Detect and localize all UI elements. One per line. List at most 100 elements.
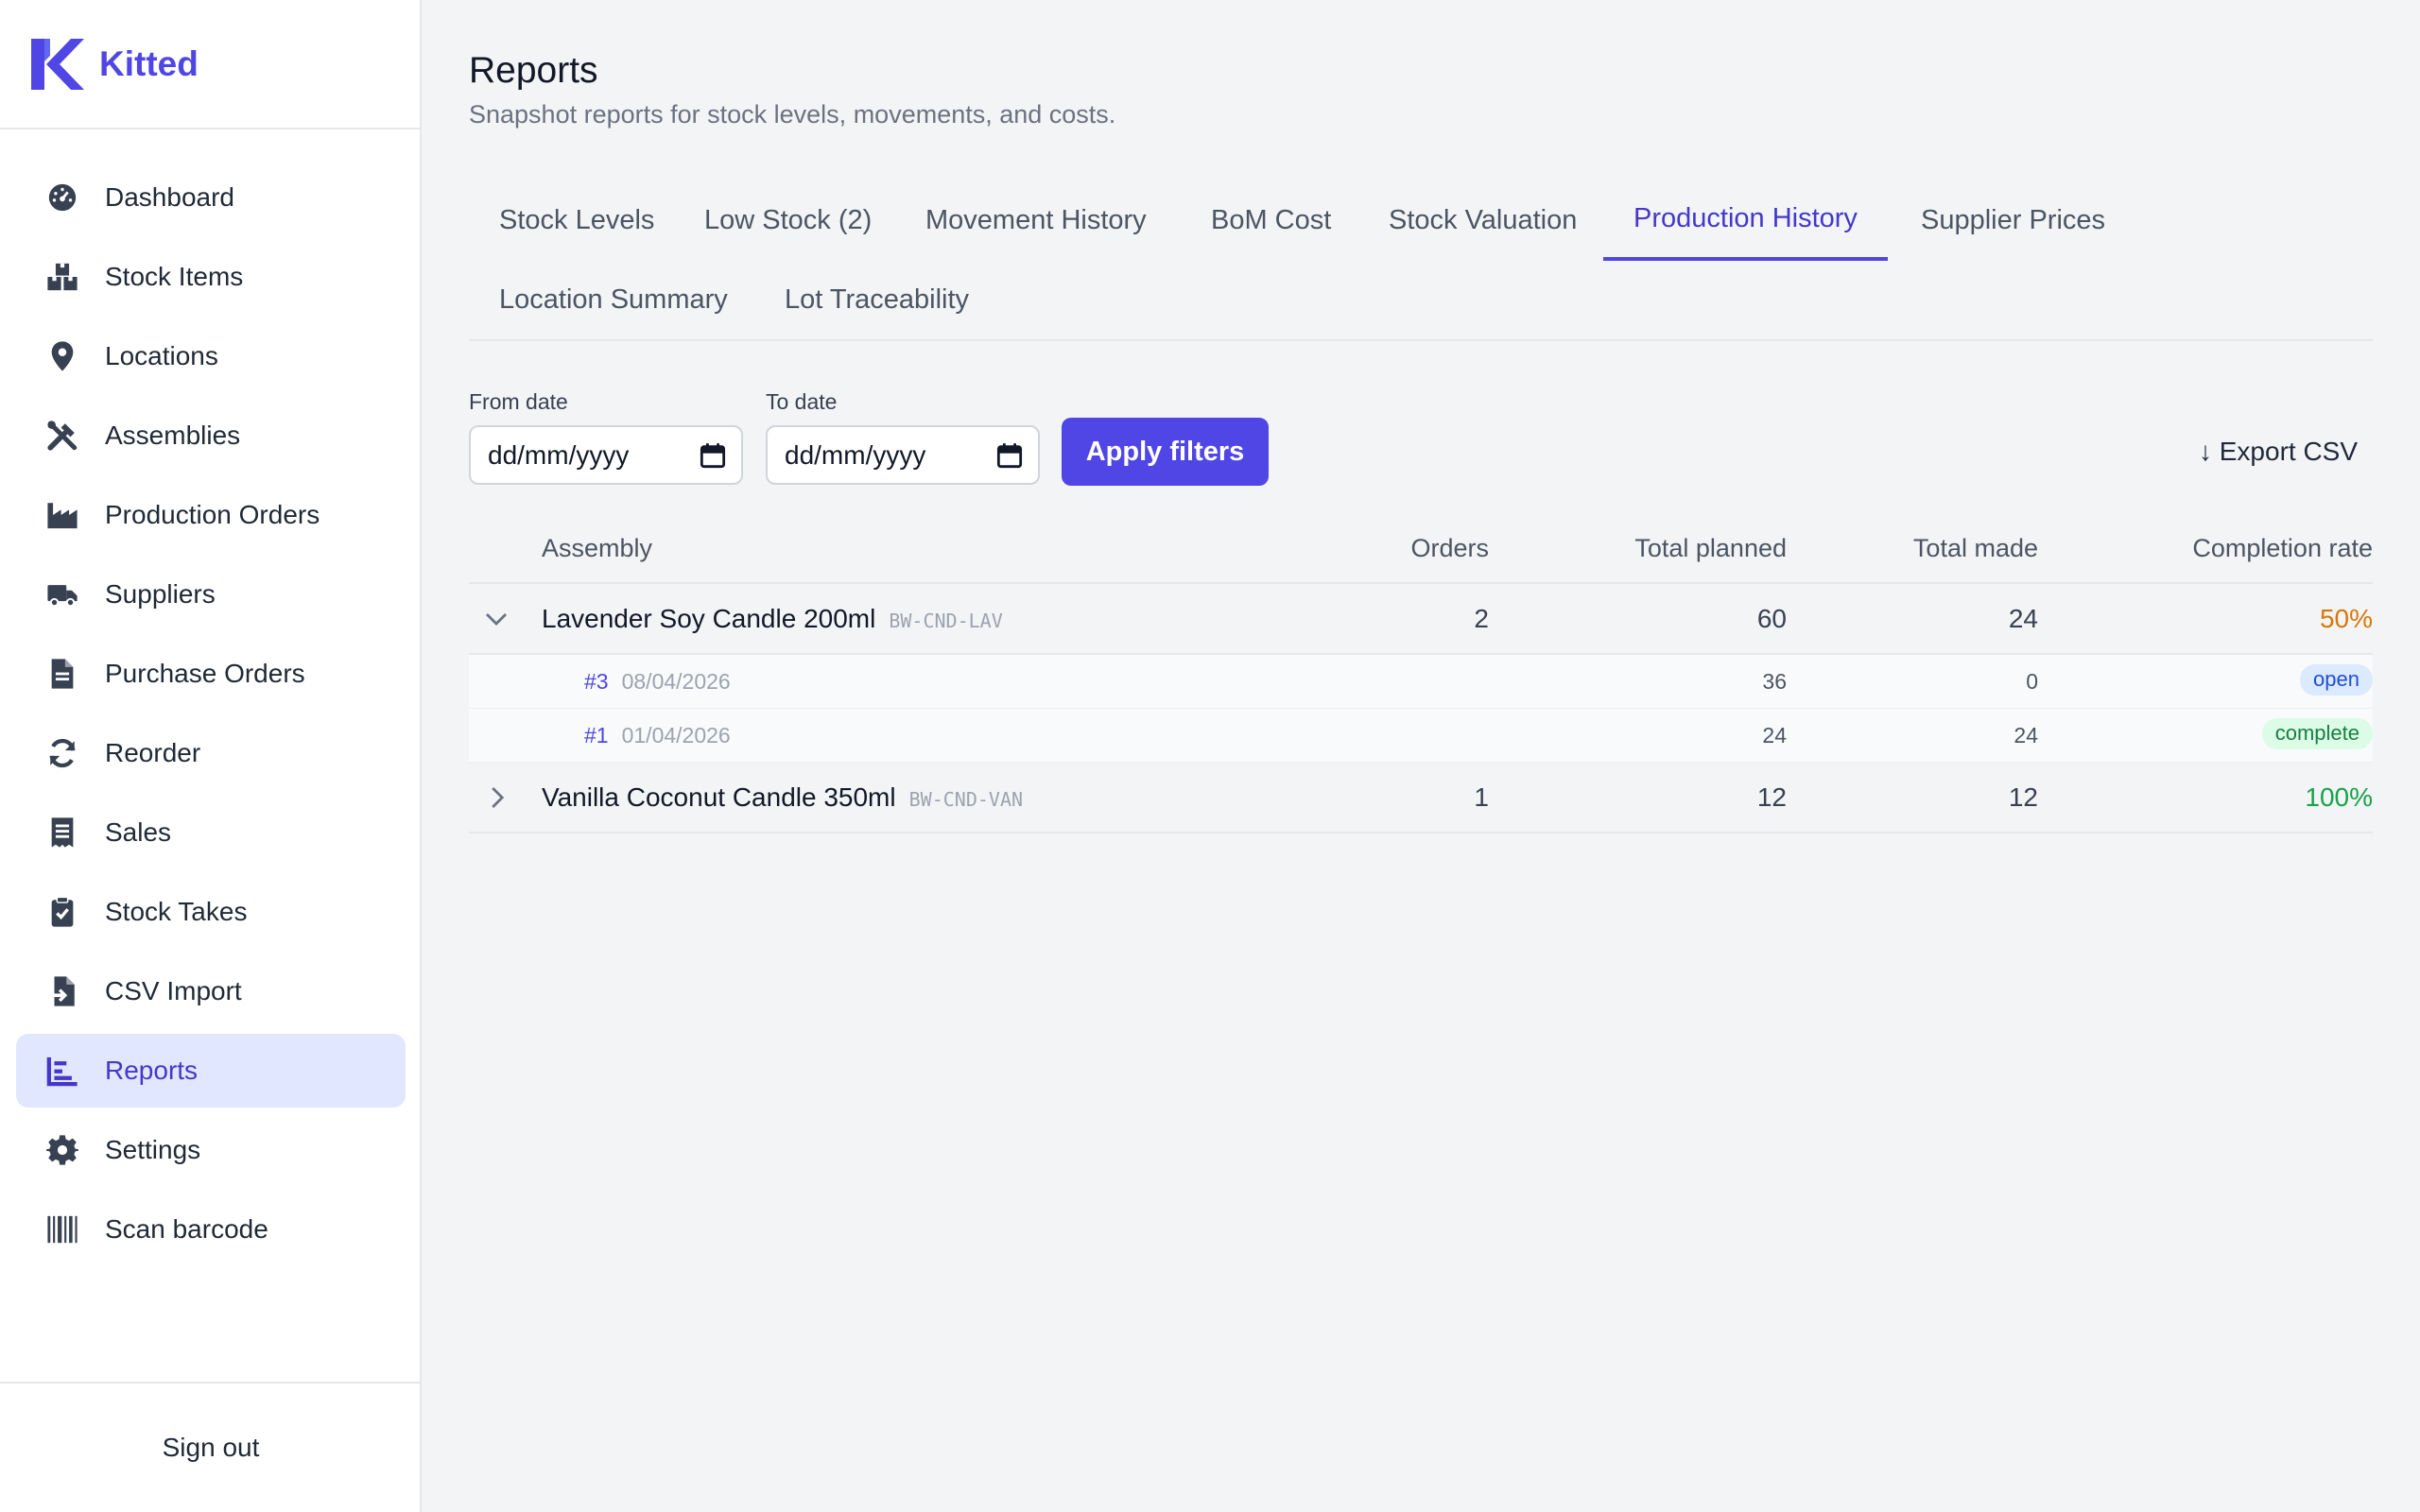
brand-name: Kitted xyxy=(99,43,199,83)
column-header-total-made: Total made xyxy=(1912,534,2038,562)
assembly-sku: BW-CND-VAN xyxy=(908,788,1024,811)
export-csv-button[interactable]: ↓ Export CSV xyxy=(2184,418,2373,486)
assembly-cell: Lavender Soy Candle 200ml BW-CND-LAV xyxy=(542,604,1003,634)
file-import-icon xyxy=(46,975,78,1007)
to-date-label: To date xyxy=(766,389,838,414)
from-date-input[interactable]: dd/mm/yyyy xyxy=(469,425,743,485)
tab-bom-cost[interactable]: BoM Cost xyxy=(1211,180,1331,261)
orders-cell: 2 xyxy=(1474,604,1489,633)
document-icon xyxy=(46,658,78,690)
assembly-cell: Vanilla Coconut Candle 350ml BW-CND-VAN xyxy=(542,782,1023,813)
table-header: Assembly Orders Total planned Total made… xyxy=(469,517,2373,584)
sidebar-item-stock-takes[interactable]: Stock Takes xyxy=(16,875,406,949)
chevron-right-icon[interactable] xyxy=(482,783,510,812)
sidebar-item-label: Stock Takes xyxy=(105,897,248,926)
refresh-icon xyxy=(46,737,78,769)
sidebar-item-locations[interactable]: Locations xyxy=(16,319,406,393)
calendar-icon[interactable] xyxy=(996,442,1023,469)
sidebar-item-label: Locations xyxy=(105,341,218,370)
sidebar-item-stock-items[interactable]: Stock Items xyxy=(16,240,406,314)
tab-supplier-prices[interactable]: Supplier Prices xyxy=(1921,180,2105,261)
page-title: Reports xyxy=(469,50,598,91)
production-order-link[interactable]: #1 xyxy=(584,723,609,747)
tab-stock-levels[interactable]: Stock Levels xyxy=(469,180,684,261)
boxes-icon xyxy=(46,261,78,293)
column-header-orders: Orders xyxy=(1410,534,1489,562)
production-order-cell: #3 08/04/2026 xyxy=(584,669,731,695)
status-badge: open xyxy=(2300,664,2373,696)
tab-stock-valuation[interactable]: Stock Valuation xyxy=(1389,180,1577,261)
sidebar-item-reorder[interactable]: Reorder xyxy=(16,716,406,790)
truck-icon xyxy=(46,578,78,610)
table-row[interactable]: Lavender Soy Candle 200ml BW-CND-LAV 2 60… xyxy=(469,584,2373,655)
production-order-date: 08/04/2026 xyxy=(621,669,731,694)
sidebar-item-settings[interactable]: Settings xyxy=(16,1113,406,1187)
to-date-input[interactable]: dd/mm/yyyy xyxy=(766,425,1040,485)
status-cell: complete xyxy=(2261,718,2373,749)
status-badge: complete xyxy=(2261,718,2373,749)
dashboard-gauge-icon xyxy=(46,181,78,214)
factory-icon xyxy=(46,499,78,531)
kitted-logo-icon xyxy=(31,38,84,90)
sidebar-item-label: Reports xyxy=(105,1056,199,1085)
table-row[interactable]: Vanilla Coconut Candle 350ml BW-CND-VAN 1… xyxy=(469,763,2373,833)
orders-cell: 1 xyxy=(1474,782,1489,812)
table-sub-row: #3 08/04/2026 36 0 open xyxy=(469,655,2373,709)
total-made-cell: 24 xyxy=(2008,604,2038,633)
from-date-placeholder: dd/mm/yyyy xyxy=(488,439,630,470)
assembly-sku: BW-CND-LAV xyxy=(889,610,1003,632)
sign-out-area: Sign out xyxy=(0,1382,422,1512)
clipboard-check-icon xyxy=(46,896,78,928)
sidebar-item-label: Stock Items xyxy=(105,262,244,291)
barcode-icon xyxy=(46,1213,78,1246)
completion-rate-cell: 50% xyxy=(2319,604,2373,633)
production-order-link[interactable]: #3 xyxy=(584,669,609,694)
tab-lot-traceability[interactable]: Lot Traceability xyxy=(785,259,969,340)
location-pin-icon xyxy=(46,340,78,372)
sidebar-item-sales[interactable]: Sales xyxy=(16,796,406,869)
sidebar-item-csv-import[interactable]: CSV Import xyxy=(16,954,406,1028)
sign-out-button[interactable]: Sign out xyxy=(163,1433,260,1463)
sidebar-item-label: Dashboard xyxy=(105,182,234,212)
planned-cell: 24 xyxy=(1762,723,1787,747)
sidebar: Kitted Dashboard Stock Items Locations A… xyxy=(0,0,422,1512)
sidebar-item-assemblies[interactable]: Assemblies xyxy=(16,399,406,472)
apply-filters-button[interactable]: Apply filters xyxy=(1062,418,1269,486)
column-header-completion-rate: Completion rate xyxy=(2192,534,2373,562)
chart-icon xyxy=(46,1055,78,1087)
table-sub-row: #1 01/04/2026 24 24 complete xyxy=(469,709,2373,763)
brand[interactable]: Kitted xyxy=(0,0,420,129)
tab-location-summary[interactable]: Location Summary xyxy=(499,259,728,340)
sidebar-item-label: CSV Import xyxy=(105,976,242,1005)
planned-cell: 36 xyxy=(1762,669,1787,694)
production-history-table: Assembly Orders Total planned Total made… xyxy=(469,517,2373,833)
tab-production-history[interactable]: Production History xyxy=(1603,180,1888,261)
sidebar-item-scan-barcode[interactable]: Scan barcode xyxy=(16,1193,406,1266)
calendar-icon[interactable] xyxy=(700,442,726,469)
production-order-date: 01/04/2026 xyxy=(621,723,731,747)
sidebar-item-label: Scan barcode xyxy=(105,1214,268,1244)
sidebar-item-label: Purchase Orders xyxy=(105,659,305,688)
total-planned-cell: 60 xyxy=(1756,604,1787,633)
sidebar-item-purchase-orders[interactable]: Purchase Orders xyxy=(16,637,406,711)
production-order-cell: #1 01/04/2026 xyxy=(584,723,731,748)
gear-icon xyxy=(46,1134,78,1166)
sidebar-item-label: Assemblies xyxy=(105,421,241,450)
column-header-total-planned: Total planned xyxy=(1634,534,1787,562)
made-cell: 0 xyxy=(2026,669,2038,694)
completion-rate-cell: 100% xyxy=(2305,782,2373,812)
receipt-icon xyxy=(46,816,78,849)
sidebar-item-label: Reorder xyxy=(105,738,201,767)
report-tabs: Stock Levels Low Stock (2) Movement Hist… xyxy=(469,180,2373,341)
sidebar-item-reports[interactable]: Reports xyxy=(16,1034,406,1108)
tab-movement-history[interactable]: Movement History xyxy=(925,180,1147,261)
chevron-down-icon[interactable] xyxy=(482,605,510,633)
sidebar-item-production-orders[interactable]: Production Orders xyxy=(16,478,406,552)
sidebar-item-dashboard[interactable]: Dashboard xyxy=(16,161,406,234)
sidebar-item-label: Production Orders xyxy=(105,500,320,529)
tools-icon xyxy=(46,420,78,452)
sidebar-item-suppliers[interactable]: Suppliers xyxy=(16,558,406,631)
page-subtitle: Snapshot reports for stock levels, movem… xyxy=(469,100,1116,129)
tab-low-stock[interactable]: Low Stock (2) xyxy=(704,180,872,261)
column-header-assembly: Assembly xyxy=(542,534,653,562)
